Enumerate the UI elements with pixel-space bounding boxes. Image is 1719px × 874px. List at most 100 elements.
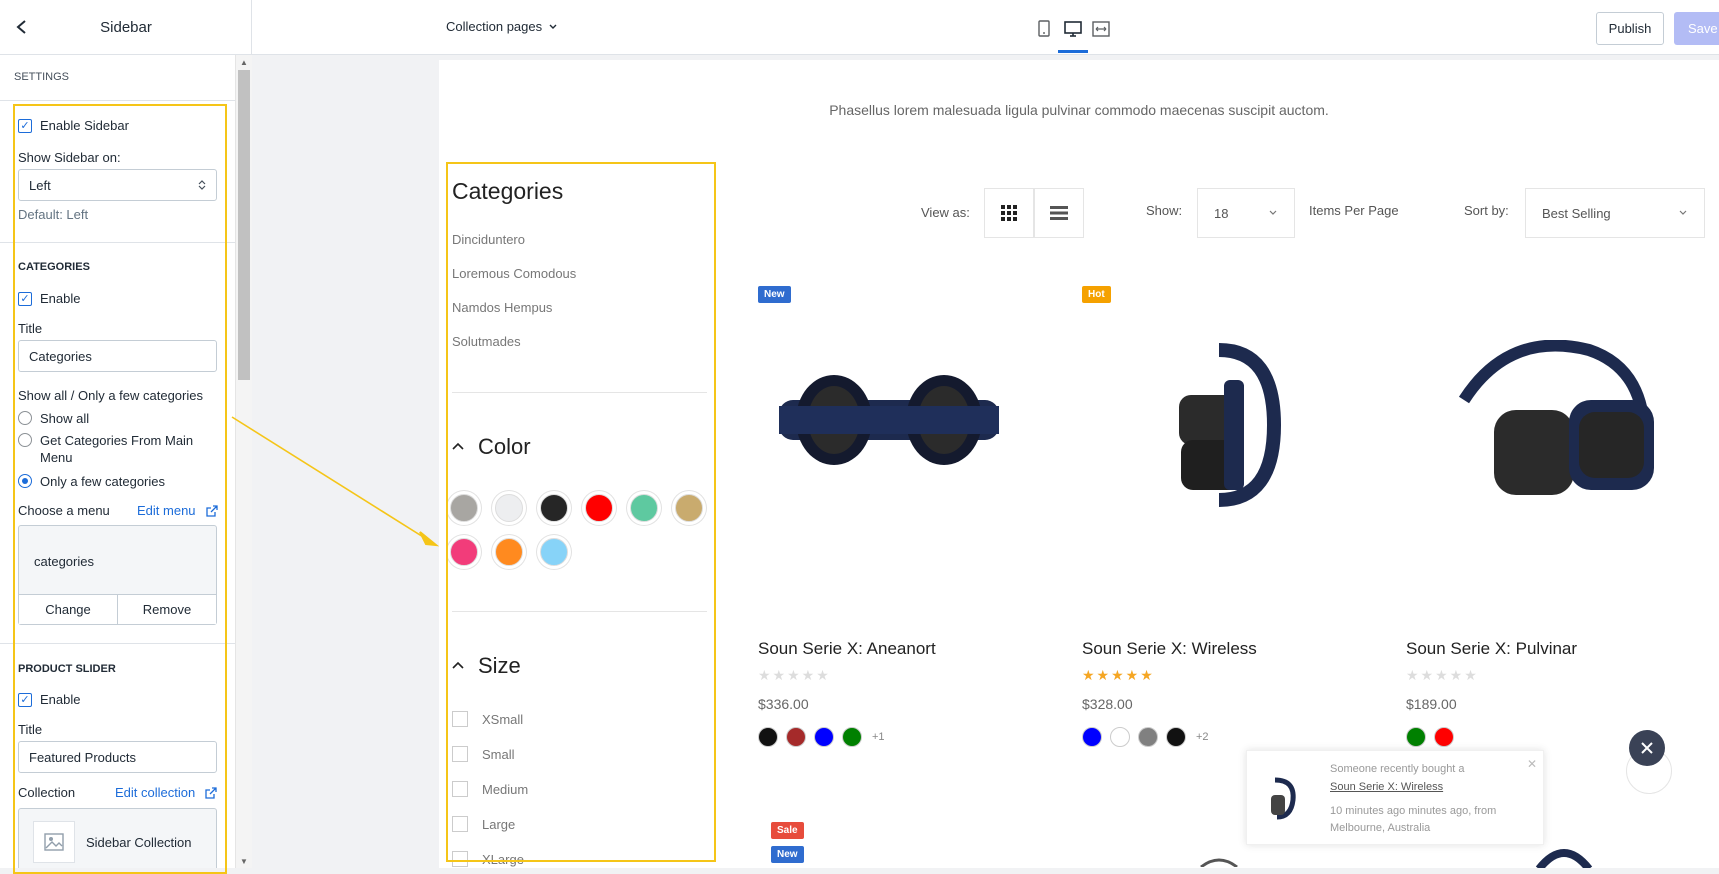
show-label: Show: (1146, 203, 1183, 218)
product-name[interactable]: Soun Serie X: Aneanort (758, 639, 936, 659)
product-image[interactable] (1449, 340, 1659, 510)
popup-intro-text: Someone recently bought a (1330, 763, 1465, 775)
remove-menu-button[interactable]: Remove (118, 595, 216, 624)
color-dot[interactable] (814, 727, 834, 747)
product-thumbnail[interactable] (1265, 775, 1303, 821)
product-name[interactable]: Soun Serie X: Wireless (1082, 639, 1257, 659)
change-menu-button[interactable]: Change (19, 595, 118, 624)
collection-picker[interactable]: Sidebar Collection (18, 808, 217, 868)
categories-enable-row[interactable]: ✓ Enable (18, 291, 80, 306)
size-option[interactable]: XLarge (452, 851, 524, 867)
product-price: $189.00 (1406, 696, 1457, 712)
desktop-view-icon[interactable] (1062, 18, 1084, 40)
color-filter-header[interactable]: Color (452, 434, 531, 460)
sort-by-select[interactable]: Best Selling (1525, 188, 1705, 238)
color-dot[interactable] (1110, 727, 1130, 747)
close-popup-button[interactable] (1629, 730, 1665, 766)
panel-scrollbar[interactable]: ▲ ▼ (235, 55, 252, 868)
settings-panel: SETTINGS ✓ Enable Sidebar Show Sidebar o… (0, 55, 252, 868)
radio-button[interactable] (18, 411, 32, 425)
grid-view-button[interactable] (984, 188, 1034, 238)
color-swatch[interactable] (585, 494, 613, 522)
color-swatch[interactable] (675, 494, 703, 522)
radio-only-few[interactable]: Only a few categories (18, 473, 165, 490)
scroll-thumb[interactable] (238, 70, 250, 380)
fullwidth-view-icon[interactable] (1090, 18, 1112, 40)
color-dot[interactable] (1082, 727, 1102, 747)
category-link[interactable]: Loremous Comodous (452, 266, 576, 281)
edit-collection-link[interactable]: Edit collection (115, 785, 217, 800)
checkbox[interactable] (452, 781, 468, 797)
radio-button[interactable] (18, 433, 32, 447)
more-colors-count: +1 (872, 731, 885, 743)
collection-label: Collection (18, 785, 76, 800)
scroll-up-arrow-icon[interactable]: ▲ (240, 58, 248, 67)
color-swatch[interactable] (450, 538, 478, 566)
checkbox[interactable] (452, 851, 468, 867)
enable-sidebar-row[interactable]: ✓ Enable Sidebar (18, 118, 129, 133)
page-selector-label: Collection pages (446, 19, 543, 34)
publish-button[interactable]: Publish (1596, 12, 1664, 45)
edit-collection-label: Edit collection (115, 785, 196, 800)
color-swatch[interactable] (450, 494, 478, 522)
color-dot[interactable] (758, 727, 778, 747)
chevron-down-icon (1679, 210, 1687, 215)
product-name[interactable]: Soun Serie X: Pulvinar (1406, 639, 1577, 659)
close-icon[interactable]: ✕ (1527, 757, 1537, 771)
checkbox[interactable] (452, 816, 468, 832)
categories-enable-label: Enable (40, 291, 81, 306)
slider-enable-row[interactable]: ✓ Enable (18, 692, 80, 707)
product-image[interactable] (769, 370, 1009, 470)
color-swatch[interactable] (540, 538, 568, 566)
scroll-down-arrow-icon[interactable]: ▼ (240, 857, 248, 866)
color-dot[interactable] (1166, 727, 1186, 747)
color-dot[interactable] (842, 727, 862, 747)
items-per-page-select[interactable]: 18 (1197, 188, 1295, 238)
color-swatch[interactable] (540, 494, 568, 522)
checkbox[interactable] (452, 711, 468, 727)
category-link[interactable]: Solutmades (452, 334, 521, 349)
color-swatch[interactable] (630, 494, 658, 522)
collection-description: Phasellus lorem malesuada ligula pulvina… (829, 102, 1329, 118)
radio-main-menu[interactable]: Get Categories From Main Menu (18, 432, 208, 466)
enable-sidebar-label: Enable Sidebar (40, 118, 129, 133)
items-per-page-value: 18 (1214, 205, 1229, 221)
size-option[interactable]: Small (452, 746, 515, 762)
radio-button-selected[interactable] (18, 474, 32, 488)
color-dot[interactable] (1406, 727, 1426, 747)
color-swatch[interactable] (495, 538, 523, 566)
categories-title-input[interactable] (18, 340, 217, 372)
color-dot[interactable] (1138, 727, 1158, 747)
size-label: Small (482, 746, 515, 762)
color-dot[interactable] (1434, 727, 1454, 747)
color-swatch[interactable] (495, 494, 523, 522)
size-filter-header[interactable]: Size (452, 653, 521, 679)
mobile-view-icon[interactable] (1033, 18, 1055, 40)
product-image[interactable] (1169, 340, 1289, 510)
product-image[interactable] (1534, 845, 1594, 868)
checkbox[interactable] (452, 746, 468, 762)
categories-title-label: Title (18, 321, 43, 336)
color-dot[interactable] (786, 727, 806, 747)
save-button[interactable]: Save (1674, 12, 1719, 45)
checkbox-checked-icon[interactable]: ✓ (18, 692, 32, 707)
list-view-button[interactable] (1034, 188, 1084, 238)
edit-menu-link[interactable]: Edit menu (137, 503, 218, 518)
product-image[interactable] (1199, 857, 1239, 867)
size-option[interactable]: XSmall (452, 711, 523, 727)
category-link[interactable]: Dinciduntero (452, 232, 525, 247)
checkbox-checked-icon[interactable]: ✓ (18, 118, 32, 133)
size-option[interactable]: Large (452, 816, 515, 832)
page-selector[interactable]: Collection pages (446, 19, 558, 34)
popup-product-link[interactable]: Soun Serie X: Wireless (1330, 781, 1443, 793)
product-slider-heading: PRODUCT SLIDER (18, 663, 116, 675)
radio-show-all[interactable]: Show all (18, 410, 89, 427)
category-link[interactable]: Namdos Hempus (452, 300, 552, 315)
size-option[interactable]: Medium (452, 781, 528, 797)
slider-title-input[interactable] (18, 741, 217, 773)
sidebar-position-select[interactable]: Left (18, 169, 217, 201)
slider-enable-label: Enable (40, 692, 81, 707)
checkbox-checked-icon[interactable]: ✓ (18, 291, 32, 306)
rating-stars: ★★★★★ (758, 667, 831, 683)
product-colors (1406, 727, 1454, 747)
